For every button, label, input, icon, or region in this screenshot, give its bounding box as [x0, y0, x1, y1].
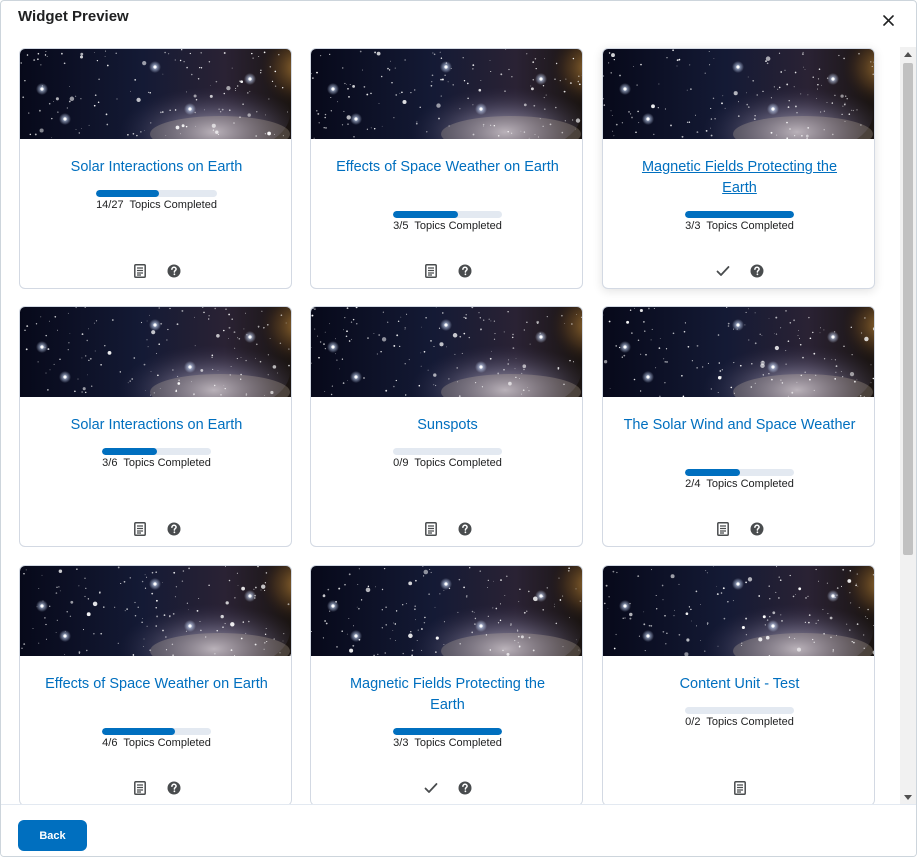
- dialog-footer: Back: [1, 804, 916, 856]
- close-icon[interactable]: [882, 14, 894, 26]
- card-actions: [603, 780, 874, 798]
- progress-bar: [393, 728, 502, 735]
- progress-bar: [685, 211, 794, 218]
- card-actions: [311, 521, 582, 539]
- progress-bar-fill: [102, 448, 157, 455]
- card-banner-image: [311, 307, 582, 397]
- progress-text: 4/6 Topics Completed: [102, 737, 211, 749]
- scrollbar[interactable]: [900, 47, 916, 805]
- card-title-link[interactable]: Magnetic Fields Protecting the Earth: [331, 674, 564, 716]
- progress-text: 3/3 Topics Completed: [685, 220, 794, 232]
- scroll-down-arrow-icon[interactable]: [904, 795, 912, 800]
- help-icon[interactable]: [457, 263, 473, 279]
- content-card[interactable]: Magnetic Fields Protecting the Earth 3/3…: [602, 48, 875, 289]
- help-icon[interactable]: [166, 780, 182, 796]
- content-card[interactable]: Solar Interactions on Earth 14/27 Topics…: [19, 48, 292, 289]
- dialog-header: Widget Preview: [1, 1, 916, 37]
- document-icon[interactable]: [732, 780, 748, 796]
- scrollbar-thumb[interactable]: [903, 63, 913, 555]
- progress-bar-fill: [393, 211, 459, 218]
- card-banner-image: [603, 307, 874, 397]
- progress-bar: [102, 728, 211, 735]
- content-card[interactable]: Solar Interactions on Earth 3/6 Topics C…: [19, 306, 292, 547]
- back-button[interactable]: Back: [18, 820, 87, 851]
- progress-bar-fill: [393, 728, 502, 735]
- progress-bar: [685, 707, 794, 714]
- card-title-link[interactable]: Sunspots: [331, 415, 564, 436]
- document-icon[interactable]: [423, 521, 439, 537]
- help-icon[interactable]: [457, 521, 473, 537]
- card-title-link[interactable]: Effects of Space Weather on Earth: [40, 674, 273, 695]
- card-title-link[interactable]: Magnetic Fields Protecting the Earth: [623, 157, 856, 199]
- document-icon[interactable]: [715, 521, 731, 537]
- card-banner-image: [20, 566, 291, 656]
- card-actions: [20, 521, 291, 539]
- document-icon[interactable]: [132, 521, 148, 537]
- card-title-link[interactable]: Content Unit - Test: [623, 674, 856, 695]
- progress-bar-fill: [102, 728, 175, 735]
- card-title-link[interactable]: Effects of Space Weather on Earth: [331, 157, 564, 178]
- progress-bar: [393, 211, 502, 218]
- content-card[interactable]: The Solar Wind and Space Weather 2/4 Top…: [602, 306, 875, 547]
- document-icon[interactable]: [423, 263, 439, 279]
- content-card[interactable]: Effects of Space Weather on Earth 3/5 To…: [310, 48, 583, 289]
- document-icon[interactable]: [132, 780, 148, 796]
- card-banner-image: [603, 566, 874, 656]
- help-icon[interactable]: [166, 521, 182, 537]
- cards-grid: Solar Interactions on Earth 14/27 Topics…: [1, 37, 898, 804]
- card-banner-image: [311, 566, 582, 656]
- card-actions: [311, 263, 582, 281]
- card-banner-image: [603, 49, 874, 139]
- progress-text: 0/9 Topics Completed: [393, 457, 502, 469]
- card-actions: [603, 263, 874, 281]
- progress-bar-fill: [685, 211, 794, 218]
- progress-text: 2/4 Topics Completed: [685, 478, 794, 490]
- content-card[interactable]: Magnetic Fields Protecting the Earth 3/3…: [310, 565, 583, 804]
- progress-bar: [96, 190, 217, 197]
- card-actions: [20, 263, 291, 281]
- help-icon[interactable]: [166, 263, 182, 279]
- progress-text: 14/27 Topics Completed: [96, 199, 217, 211]
- content-card[interactable]: Effects of Space Weather on Earth 4/6 To…: [19, 565, 292, 804]
- content-card[interactable]: Sunspots 0/9 Topics Completed: [310, 306, 583, 547]
- help-icon[interactable]: [749, 263, 765, 279]
- document-icon[interactable]: [132, 263, 148, 279]
- progress-bar: [102, 448, 211, 455]
- close-button[interactable]: [879, 11, 897, 29]
- progress-text: 3/5 Topics Completed: [393, 220, 502, 232]
- card-actions: [20, 780, 291, 798]
- content-card[interactable]: Content Unit - Test 0/2 Topics Completed: [602, 565, 875, 804]
- progress-bar: [393, 448, 502, 455]
- checkmark-icon[interactable]: [423, 780, 439, 796]
- progress-bar: [685, 469, 794, 476]
- progress-text: 3/6 Topics Completed: [102, 457, 211, 469]
- progress-bar-fill: [96, 190, 159, 197]
- help-icon[interactable]: [457, 780, 473, 796]
- card-banner-image: [20, 307, 291, 397]
- card-banner-image: [311, 49, 582, 139]
- widget-preview-dialog: Widget Preview Solar Interactions on Ear…: [0, 0, 917, 857]
- card-actions: [311, 780, 582, 798]
- progress-text: 3/3 Topics Completed: [393, 737, 502, 749]
- card-actions: [603, 521, 874, 539]
- help-icon[interactable]: [749, 521, 765, 537]
- card-title-link[interactable]: Solar Interactions on Earth: [40, 415, 273, 436]
- dialog-title: Widget Preview: [18, 8, 129, 25]
- card-banner-image: [20, 49, 291, 139]
- progress-bar-fill: [685, 469, 740, 476]
- card-title-link[interactable]: Solar Interactions on Earth: [40, 157, 273, 178]
- checkmark-icon[interactable]: [715, 263, 731, 279]
- card-title-link[interactable]: The Solar Wind and Space Weather: [623, 415, 856, 436]
- progress-text: 0/2 Topics Completed: [685, 716, 794, 728]
- scroll-up-arrow-icon[interactable]: [904, 52, 912, 57]
